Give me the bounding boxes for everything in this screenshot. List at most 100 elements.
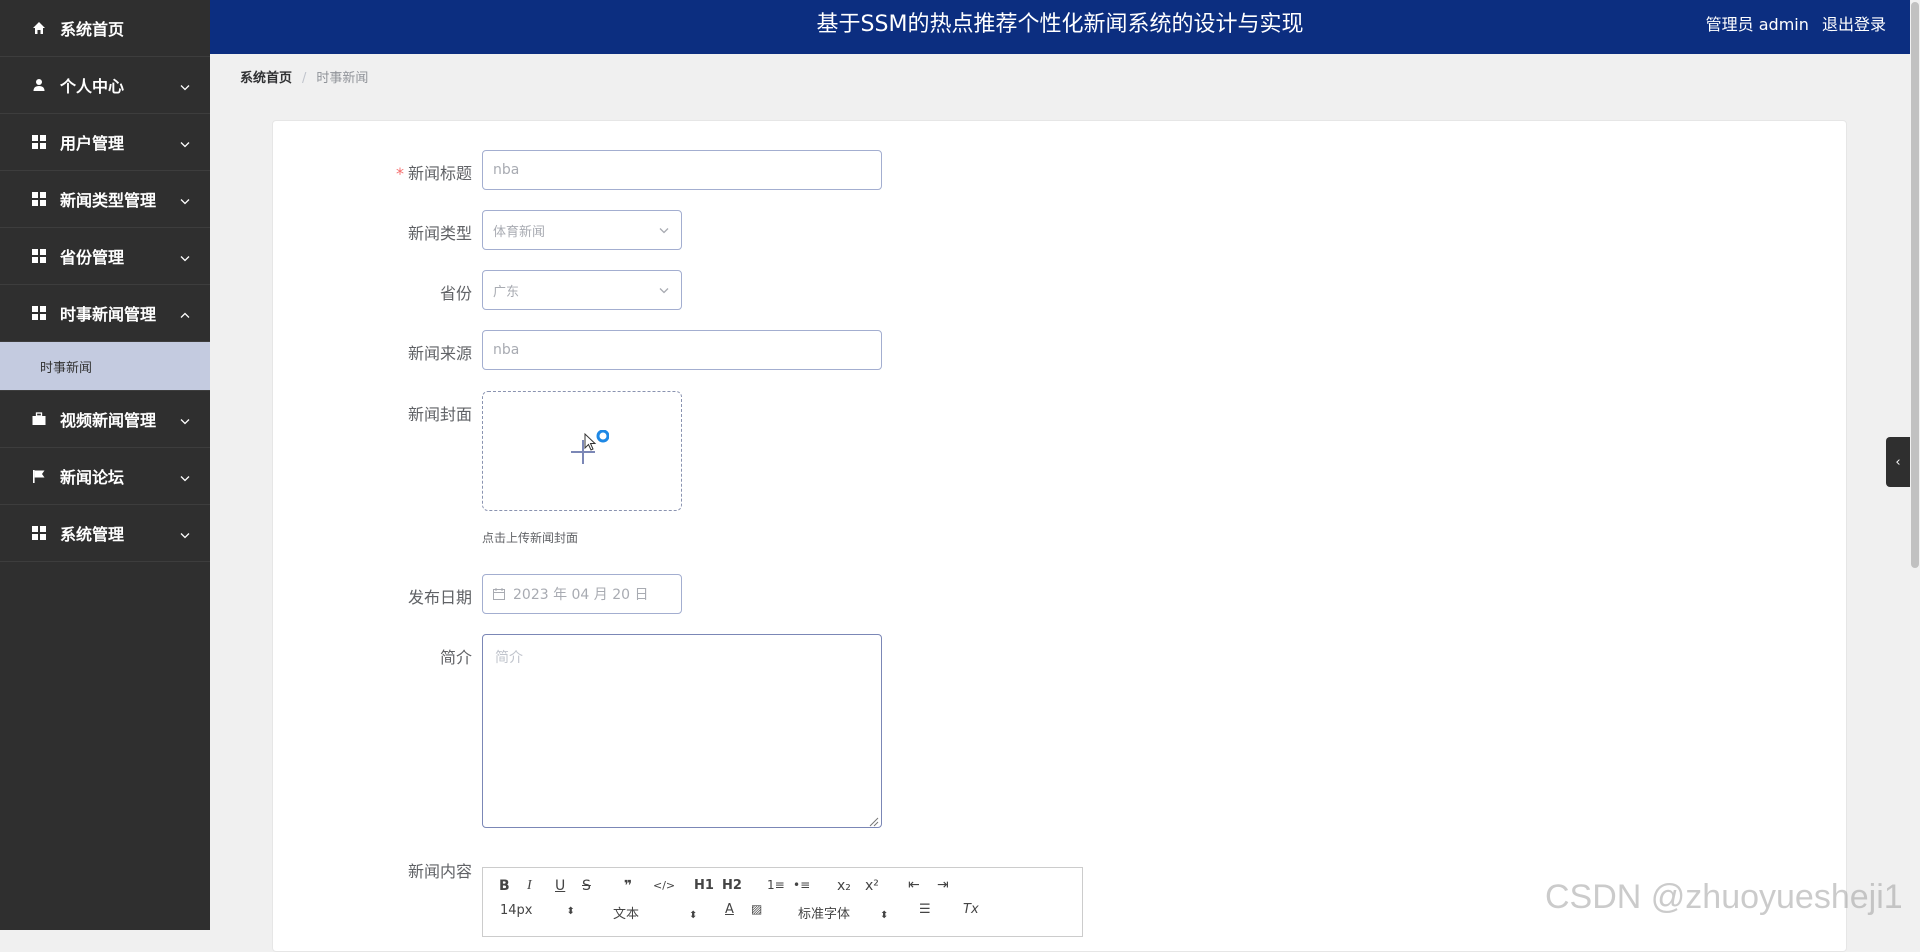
sidebar-item-provinces[interactable]: 省份管理 bbox=[0, 228, 210, 285]
grid-icon bbox=[32, 306, 46, 320]
sidebar-item-video-news[interactable]: 视频新闻管理 bbox=[0, 391, 210, 448]
breadcrumb-home[interactable]: 系统首页 bbox=[240, 71, 292, 86]
news-source-value: nba bbox=[493, 342, 520, 358]
updown-icon: ⬍ bbox=[880, 910, 889, 921]
intro-textarea[interactable]: 简介 bbox=[482, 634, 882, 828]
publish-date-value: 2023 年 04 月 20 日 bbox=[513, 587, 649, 603]
sidebar-subitem-current-news[interactable]: 时事新闻 bbox=[0, 342, 210, 391]
intro-label: 简介 bbox=[439, 648, 472, 667]
outdent-button[interactable]: ⇤ bbox=[908, 877, 920, 893]
sidebar-item-label: 省份管理 bbox=[60, 248, 125, 267]
news-title-value: nba bbox=[493, 162, 520, 178]
chevron-down-icon bbox=[180, 133, 190, 152]
calendar-icon bbox=[493, 588, 505, 600]
updown-icon: ⬍ bbox=[689, 910, 698, 921]
rich-text-editor[interactable]: B I U S ❞ </> H1 H2 1≡ •≡ x₂ x² ⇤ ⇥ 14px… bbox=[482, 867, 1083, 937]
sidebar-item-label: 个人中心 bbox=[60, 77, 125, 96]
sidebar-item-label: 新闻类型管理 bbox=[60, 191, 157, 210]
italic-button[interactable]: I bbox=[527, 878, 532, 894]
breadcrumb-separator: / bbox=[302, 71, 307, 86]
chevron-down-icon bbox=[180, 410, 190, 429]
subscript-button[interactable]: x₂ bbox=[837, 878, 851, 894]
indent-button[interactable]: ⇥ bbox=[937, 877, 949, 893]
sidebar-item-label: 新闻论坛 bbox=[60, 468, 125, 487]
cover-upload-box[interactable] bbox=[482, 391, 682, 511]
sidebar-item-forum[interactable]: 新闻论坛 bbox=[0, 448, 210, 505]
chevron-down-icon bbox=[659, 223, 669, 238]
code-block-button[interactable]: </> bbox=[653, 879, 675, 892]
breadcrumb-current: 时事新闻 bbox=[316, 71, 369, 86]
province-label: 省份 bbox=[439, 284, 472, 303]
grid-icon bbox=[32, 526, 46, 540]
sidebar-item-label: 视频新闻管理 bbox=[60, 411, 157, 430]
logout-link[interactable]: 退出登录 bbox=[1822, 15, 1886, 34]
font-family-select[interactable]: 标准字体 ⬍ bbox=[798, 903, 888, 922]
chevron-down-icon bbox=[180, 76, 190, 95]
app-title: 基于SSM的热点推荐个性化新闻系统的设计与实现 bbox=[816, 12, 1304, 37]
flag-icon bbox=[32, 469, 46, 483]
updown-icon: ⬍ bbox=[566, 906, 575, 917]
user-area: 管理员 admin 退出登录 bbox=[1706, 0, 1886, 50]
province-select[interactable]: 广东 bbox=[482, 270, 682, 310]
publish-date-label: 发布日期 bbox=[407, 588, 472, 607]
briefcase-icon bbox=[32, 412, 46, 426]
sidebar-item-personal[interactable]: 个人中心 bbox=[0, 57, 210, 114]
chevron-down-icon bbox=[180, 524, 190, 543]
sidebar-item-news-types[interactable]: 新闻类型管理 bbox=[0, 171, 210, 228]
bold-button[interactable]: B bbox=[499, 878, 510, 894]
superscript-button[interactable]: x² bbox=[865, 878, 879, 894]
sidebar-item-label: 系统管理 bbox=[60, 525, 125, 544]
sidebar-item-label: 时事新闻管理 bbox=[60, 305, 157, 324]
sidebar-item-current-news[interactable]: 时事新闻管理 bbox=[0, 285, 210, 342]
page-scrollbar[interactable] bbox=[1910, 0, 1920, 930]
sidebar-item-label: 用户管理 bbox=[60, 134, 125, 153]
publish-date-picker[interactable]: 2023 年 04 月 20 日 bbox=[482, 574, 682, 614]
news-type-value: 体育新闻 bbox=[493, 224, 546, 240]
grid-icon bbox=[32, 192, 46, 206]
align-icon[interactable]: ☰ bbox=[919, 902, 931, 917]
content-label: 新闻内容 bbox=[407, 862, 472, 881]
text-style-select[interactable]: 文本 ⬍ bbox=[613, 903, 697, 922]
blockquote-button[interactable]: ❞ bbox=[624, 878, 632, 894]
watermark: CSDN @zhuoyueshejі1 bbox=[1545, 878, 1903, 916]
cover-upload-hint: 点击上传新闻封面 bbox=[482, 531, 579, 545]
cursor-icon bbox=[583, 429, 610, 458]
underline-button[interactable]: U bbox=[555, 878, 565, 894]
intro-placeholder: 简介 bbox=[495, 650, 523, 666]
ordered-list-button[interactable]: 1≡ bbox=[767, 878, 785, 892]
scrollbar-thumb[interactable] bbox=[1911, 2, 1919, 568]
news-title-label: * 新闻标题 bbox=[395, 164, 472, 183]
top-header: 基于SSM的热点推荐个性化新闻系统的设计与实现 管理员 admin 退出登录 bbox=[210, 0, 1910, 54]
home-icon bbox=[32, 21, 46, 35]
chevron-down-icon bbox=[180, 247, 190, 266]
news-cover-label: 新闻封面 bbox=[407, 405, 472, 424]
resize-handle-icon[interactable] bbox=[869, 815, 879, 827]
collapse-panel-button[interactable]: ‹ bbox=[1886, 437, 1910, 487]
clear-format-button[interactable]: Tx bbox=[963, 902, 979, 917]
chevron-down-icon bbox=[180, 190, 190, 209]
news-source-input[interactable]: nba bbox=[482, 330, 882, 370]
sidebar-item-users[interactable]: 用户管理 bbox=[0, 114, 210, 171]
user-icon bbox=[32, 78, 46, 92]
required-mark: * bbox=[395, 164, 404, 183]
sidebar-item-home[interactable]: 系统首页 bbox=[0, 0, 210, 57]
grid-icon bbox=[32, 135, 46, 149]
sidebar: 系统首页 个人中心 用户管理 新闻类型管理 省份管理 时事新闻管理 时事新闻 视… bbox=[0, 0, 210, 930]
heading1-button[interactable]: H1 bbox=[694, 878, 714, 893]
strikethrough-button[interactable]: S bbox=[582, 878, 591, 894]
grid-icon bbox=[32, 249, 46, 263]
chevron-left-icon: ‹ bbox=[1895, 454, 1901, 470]
username-label: 管理员 admin bbox=[1705, 15, 1809, 34]
news-type-select[interactable]: 体育新闻 bbox=[482, 210, 682, 250]
font-size-select[interactable]: 14px ⬍ bbox=[500, 903, 575, 918]
sidebar-item-system[interactable]: 系统管理 bbox=[0, 505, 210, 562]
bullet-list-button[interactable]: •≡ bbox=[793, 878, 810, 892]
news-title-input[interactable]: nba bbox=[482, 150, 882, 190]
chevron-down-icon bbox=[659, 283, 669, 298]
text-color-button[interactable]: A bbox=[725, 902, 734, 917]
heading2-button[interactable]: H2 bbox=[722, 878, 742, 893]
chevron-up-icon bbox=[180, 304, 190, 323]
news-source-label: 新闻来源 bbox=[407, 344, 472, 363]
province-value: 广东 bbox=[493, 284, 520, 300]
background-color-icon[interactable]: ▨ bbox=[751, 902, 762, 916]
